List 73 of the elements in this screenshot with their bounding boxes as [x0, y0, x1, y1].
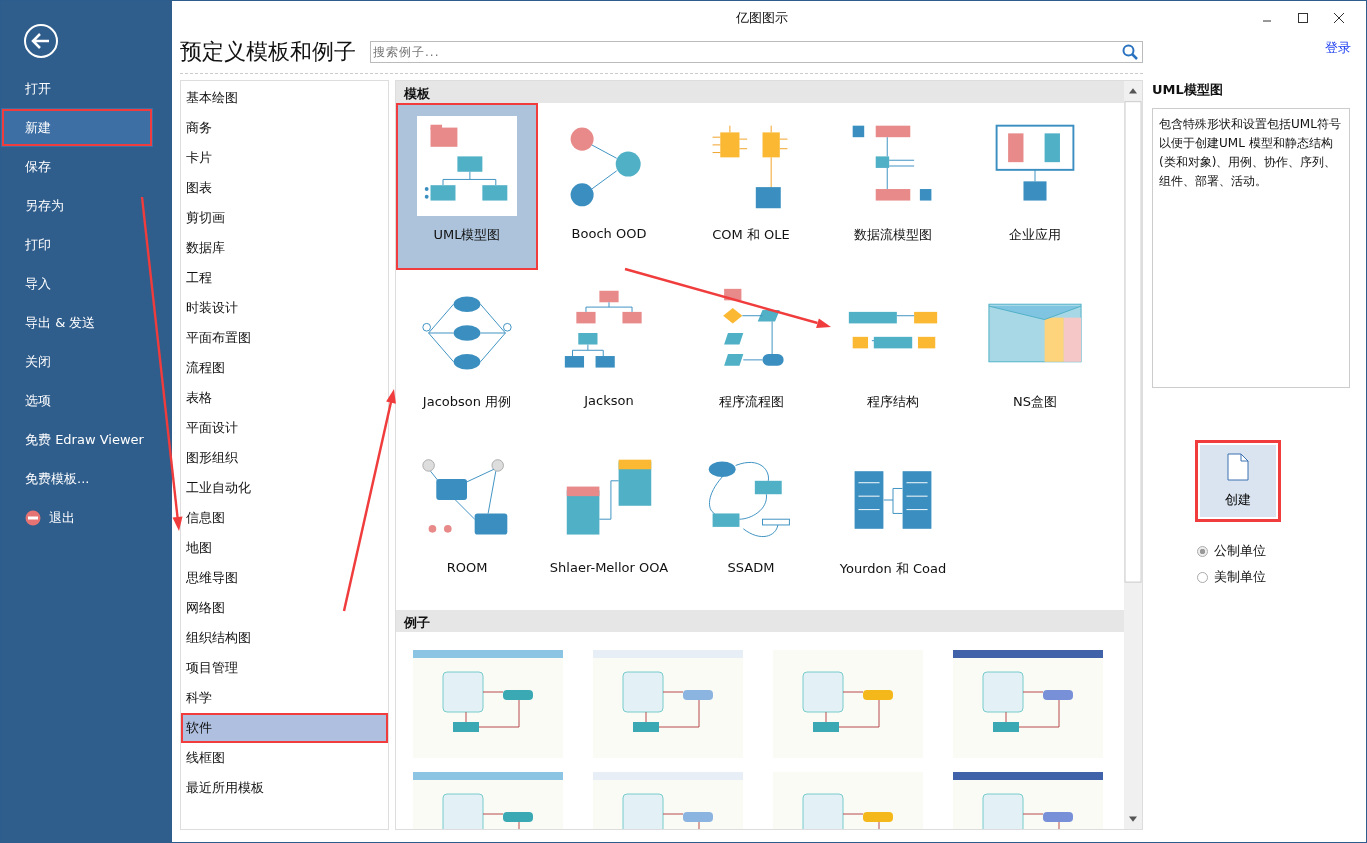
category-item[interactable]: 平面设计: [181, 413, 388, 443]
template-tile[interactable]: ROOM: [396, 437, 538, 604]
template-tile[interactable]: 程序结构: [822, 270, 964, 437]
template-tile[interactable]: SSADM: [680, 437, 822, 604]
template-tile[interactable]: Yourdon 和 Coad: [822, 437, 964, 604]
close-icon[interactable]: [1334, 13, 1344, 23]
category-item[interactable]: 项目管理: [181, 653, 388, 683]
category-item[interactable]: 图形组织: [181, 443, 388, 473]
category-item[interactable]: 组织结构图: [181, 623, 388, 653]
template-tile[interactable]: UML模型图: [396, 103, 538, 270]
category-item[interactable]: 地图: [181, 533, 388, 563]
login-link[interactable]: 登录: [1325, 39, 1351, 57]
category-item[interactable]: 基本绘图: [181, 83, 388, 113]
document-icon: [1227, 453, 1249, 481]
menu-item[interactable]: 选项: [1, 381, 172, 420]
maximize-icon[interactable]: [1298, 13, 1308, 23]
template-tile[interactable]: Booch OOD: [538, 103, 680, 270]
category-item[interactable]: 线框图: [181, 743, 388, 773]
menu-item[interactable]: 退出: [1, 498, 172, 537]
category-item[interactable]: 表格: [181, 383, 388, 413]
template-tile[interactable]: Jacobson 用例: [396, 270, 538, 437]
category-item[interactable]: 卡片: [181, 143, 388, 173]
category-item[interactable]: 最近所用模板: [181, 773, 388, 803]
template-tile[interactable]: Jackson: [538, 270, 680, 437]
menu-item[interactable]: 保存: [1, 147, 172, 186]
category-item[interactable]: 时装设计: [181, 293, 388, 323]
template-tile[interactable]: COM 和 OLE: [680, 103, 822, 270]
search-icon[interactable]: [1122, 44, 1138, 60]
menu-item[interactable]: 免费 Edraw Viewer: [1, 420, 172, 459]
menu-item[interactable]: 关闭: [1, 342, 172, 381]
category-item[interactable]: 信息图: [181, 503, 388, 533]
category-item[interactable]: 剪切画: [181, 203, 388, 233]
unit-radio[interactable]: 美制单位: [1197, 564, 1266, 590]
menu-item[interactable]: 导入: [1, 264, 172, 303]
section-header: 例子: [396, 610, 1124, 632]
category-item[interactable]: 数据库: [181, 233, 388, 263]
menu-item[interactable]: 导出 & 发送: [1, 303, 172, 342]
category-item[interactable]: 软件: [181, 713, 388, 743]
category-item[interactable]: 思维导图: [181, 563, 388, 593]
category-item[interactable]: 工程: [181, 263, 388, 293]
category-item[interactable]: 网络图: [181, 593, 388, 623]
example-thumbnail[interactable]: [593, 650, 743, 758]
window-title: 亿图图示: [735, 9, 789, 27]
menu-item[interactable]: 打开: [1, 69, 172, 108]
category-item[interactable]: 商务: [181, 113, 388, 143]
category-item[interactable]: 图表: [181, 173, 388, 203]
section-header: 模板: [396, 81, 1124, 103]
template-title: UML模型图: [1152, 81, 1223, 99]
radio-icon[interactable]: [1197, 571, 1208, 583]
example-thumbnail[interactable]: [413, 650, 563, 758]
category-item[interactable]: 流程图: [181, 353, 388, 383]
description-text: 包含特殊形状和设置包括UML符号以便于创建UML 模型和静态结构(类和对象)、用例、协作、序列、组件、部署、活动。: [1152, 108, 1350, 388]
template-tile[interactable]: NS盒图: [964, 270, 1106, 437]
template-tile[interactable]: 程序流程图: [680, 270, 822, 437]
back-icon[interactable]: [23, 23, 59, 59]
template-tile[interactable]: 数据流模型图: [822, 103, 964, 270]
template-tile[interactable]: 企业应用: [964, 103, 1106, 270]
category-item[interactable]: 平面布置图: [181, 323, 388, 353]
menu-item[interactable]: 另存为: [1, 186, 172, 225]
category-item[interactable]: 科学: [181, 683, 388, 713]
page-heading: 预定义模板和例子: [180, 38, 356, 66]
menu-item[interactable]: 免费模板...: [1, 459, 172, 498]
menu-item[interactable]: 新建: [1, 108, 153, 147]
template-tile[interactable]: Shlaer-Mellor OOA: [538, 437, 680, 604]
scrollbar[interactable]: [1124, 81, 1142, 829]
create-button[interactable]: 创建: [1195, 440, 1281, 522]
category-item[interactable]: 工业自动化: [181, 473, 388, 503]
stop-icon: [25, 509, 41, 526]
unit-radio[interactable]: 公制单位: [1197, 538, 1266, 564]
menu-item[interactable]: 打印: [1, 225, 172, 264]
radio-icon[interactable]: [1197, 545, 1208, 557]
example-thumbnail[interactable]: [953, 650, 1103, 758]
search-field[interactable]: 搜索例子...: [370, 41, 1143, 63]
